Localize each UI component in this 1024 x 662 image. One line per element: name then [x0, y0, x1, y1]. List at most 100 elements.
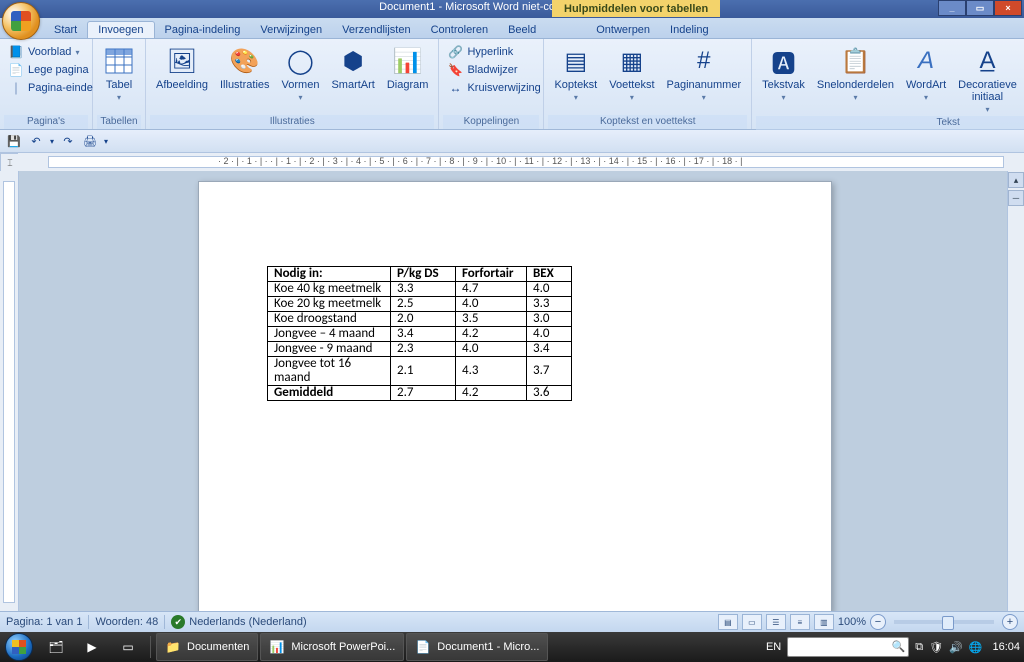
tab-pagina-indeling[interactable]: Pagina-indeling [155, 22, 251, 38]
group-illustraties: Illustraties [150, 115, 434, 129]
quickparts-icon: 📋 [839, 45, 871, 77]
group-tekst: Tekst [756, 116, 1024, 130]
voettekst-button[interactable]: ▦Voettekst [605, 43, 658, 104]
language-status[interactable]: Nederlands (Nederland) [189, 616, 306, 628]
wordart-icon: A [910, 45, 942, 77]
view-draft-icon[interactable]: ▥ [814, 614, 834, 630]
dropcap-icon: A̲ [971, 45, 1003, 77]
crossref-icon: ↔ [447, 80, 463, 96]
group-koptekst-voettekst: Koptekst en voettekst [548, 115, 747, 129]
zoom-slider[interactable] [894, 620, 994, 624]
tray-language[interactable]: EN [766, 641, 781, 653]
quicklaunch-explorer[interactable]: 🗂 [39, 633, 73, 661]
tray-search[interactable]: 🔍 [787, 637, 909, 657]
chart-icon: 📊 [392, 45, 424, 77]
tray-icon[interactable]: 🔊 [949, 641, 963, 654]
table-icon [103, 45, 135, 77]
pagina-einde-button[interactable]: ｜Pagina-einde [6, 79, 95, 97]
system-tray: EN 🔍 ⧉ 🛡 🔊 🌐 16:04 [766, 637, 1020, 657]
table-row: Koe droogstand2.03.53.0 [268, 312, 572, 327]
lege-pagina-button[interactable]: 📄Lege pagina [6, 61, 91, 79]
taskbar: 🗂 ▶ ▭ 📁Documenten 📊Microsoft PowerPoi...… [0, 632, 1024, 662]
group-tabellen: Tabellen [97, 115, 141, 129]
bookmark-icon: 🔖 [447, 62, 463, 78]
snelonderdelen-button[interactable]: 📋Snelonderdelen [813, 43, 898, 104]
split-icon[interactable]: ─ [1008, 190, 1024, 206]
undo-icon[interactable]: ↶ [28, 133, 44, 149]
hyperlink-button[interactable]: 🔗Hyperlink [445, 43, 515, 61]
view-web-icon[interactable]: ☰ [766, 614, 786, 630]
vertical-ruler[interactable] [0, 171, 19, 611]
print-preview-icon[interactable]: 🖨 [82, 133, 98, 149]
tabel-button[interactable]: Tabel [99, 43, 139, 104]
hyperlink-icon: 🔗 [447, 44, 463, 60]
tray-icon[interactable]: ⧉ [915, 641, 923, 654]
document-table[interactable]: Nodig in: P/kg DS Forfortair BEX Koe 40 … [267, 266, 572, 401]
minimize-button[interactable]: _ [938, 0, 966, 16]
context-tab-title: Hulpmiddelen voor tabellen [552, 0, 720, 17]
voorblad-button[interactable]: 📘Voorblad [6, 43, 81, 61]
taskbar-item-word[interactable]: 📄Document1 - Micro... [406, 633, 548, 661]
table-header-row: Nodig in: P/kg DS Forfortair BEX [268, 267, 572, 282]
zoom-level[interactable]: 100% [838, 616, 866, 628]
tab-indeling[interactable]: Indeling [660, 22, 719, 38]
diagram-button[interactable]: 📊Diagram [383, 43, 433, 93]
zoom-out-button[interactable]: − [870, 614, 886, 630]
quicklaunch-desktop[interactable]: ▭ [111, 633, 145, 661]
maximize-button[interactable]: ▭ [966, 0, 994, 16]
tekstvak-button[interactable]: 🅰Tekstvak [758, 43, 809, 104]
tab-verzendlijsten[interactable]: Verzendlijsten [332, 22, 421, 38]
show-desktop-icon: ▭ [120, 639, 136, 655]
tab-ontwerpen[interactable]: Ontwerpen [586, 22, 660, 38]
ruler-corner: ⌶ [0, 153, 20, 173]
folder-icon: 📁 [165, 639, 181, 655]
shapes-icon: ◯ [284, 45, 316, 77]
view-print-layout-icon[interactable]: ▤ [718, 614, 738, 630]
clipart-button[interactable]: 🎨Illustraties [216, 43, 274, 93]
table-row: Jongvee – 4 maand3.44.24.0 [268, 327, 572, 342]
quicklaunch-media[interactable]: ▶ [75, 633, 109, 661]
page-break-icon: ｜ [8, 80, 24, 96]
view-outline-icon[interactable]: ≡ [790, 614, 810, 630]
statusbar: Pagina: 1 van 1 Woorden: 48 ✔ Nederlands… [0, 611, 1024, 632]
tab-beeld[interactable]: Beeld [498, 22, 546, 38]
proofing-icon[interactable]: ✔ [171, 615, 185, 629]
save-icon[interactable]: 💾 [6, 133, 22, 149]
view-fullscreen-icon[interactable]: ▭ [742, 614, 762, 630]
tray-icon[interactable]: 🌐 [969, 641, 983, 654]
kruisverwijzing-button[interactable]: ↔Kruisverwijzing [445, 79, 542, 97]
vertical-scrollbar[interactable]: ▴ ─ [1007, 171, 1024, 611]
close-button[interactable]: × [994, 0, 1022, 16]
afbeelding-button[interactable]: 🖼Afbeelding [152, 43, 212, 93]
zoom-in-button[interactable]: + [1002, 614, 1018, 630]
vormen-button[interactable]: ◯Vormen [278, 43, 324, 104]
smartart-button[interactable]: ⬢SmartArt [327, 43, 378, 93]
footer-icon: ▦ [616, 45, 648, 77]
tab-invoegen[interactable]: Invoegen [87, 21, 154, 38]
koptekst-button[interactable]: ▤Koptekst [550, 43, 601, 104]
tab-start[interactable]: Start [44, 22, 87, 38]
taskbar-item-documenten[interactable]: 📁Documenten [156, 633, 258, 661]
start-button[interactable] [0, 632, 38, 662]
tray-clock[interactable]: 16:04 [992, 641, 1020, 653]
media-icon: ▶ [84, 639, 100, 655]
page-status[interactable]: Pagina: 1 van 1 [6, 616, 82, 628]
table-row: Jongvee - 9 maand2.34.03.4 [268, 342, 572, 357]
bladwijzer-button[interactable]: 🔖Bladwijzer [445, 61, 519, 79]
page[interactable]: Nodig in: P/kg DS Forfortair BEX Koe 40 … [198, 181, 832, 611]
smartart-icon: ⬢ [337, 45, 369, 77]
paginanummer-button[interactable]: #Paginanummer [663, 43, 746, 104]
office-button[interactable] [2, 2, 40, 40]
ribbon-tabs: Start Invoegen Pagina-indeling Verwijzin… [0, 18, 1024, 39]
tab-controleren[interactable]: Controleren [421, 22, 498, 38]
tray-icon[interactable]: 🛡 [929, 641, 943, 654]
decoratieve-initiaal-button[interactable]: A̲Decoratieve initiaal [954, 43, 1021, 116]
cover-page-icon: 📘 [8, 44, 24, 60]
horizontal-ruler[interactable]: · 2 · | · 1 · | · · | · 1 · | · 2 · | · … [18, 153, 1024, 172]
tab-verwijzingen[interactable]: Verwijzingen [250, 22, 332, 38]
taskbar-item-powerpoint[interactable]: 📊Microsoft PowerPoi... [260, 633, 404, 661]
redo-icon[interactable]: ↷ [60, 133, 76, 149]
word-count[interactable]: Woorden: 48 [95, 616, 158, 628]
scroll-up-icon[interactable]: ▴ [1008, 172, 1024, 188]
wordart-button[interactable]: AWordArt [902, 43, 950, 104]
